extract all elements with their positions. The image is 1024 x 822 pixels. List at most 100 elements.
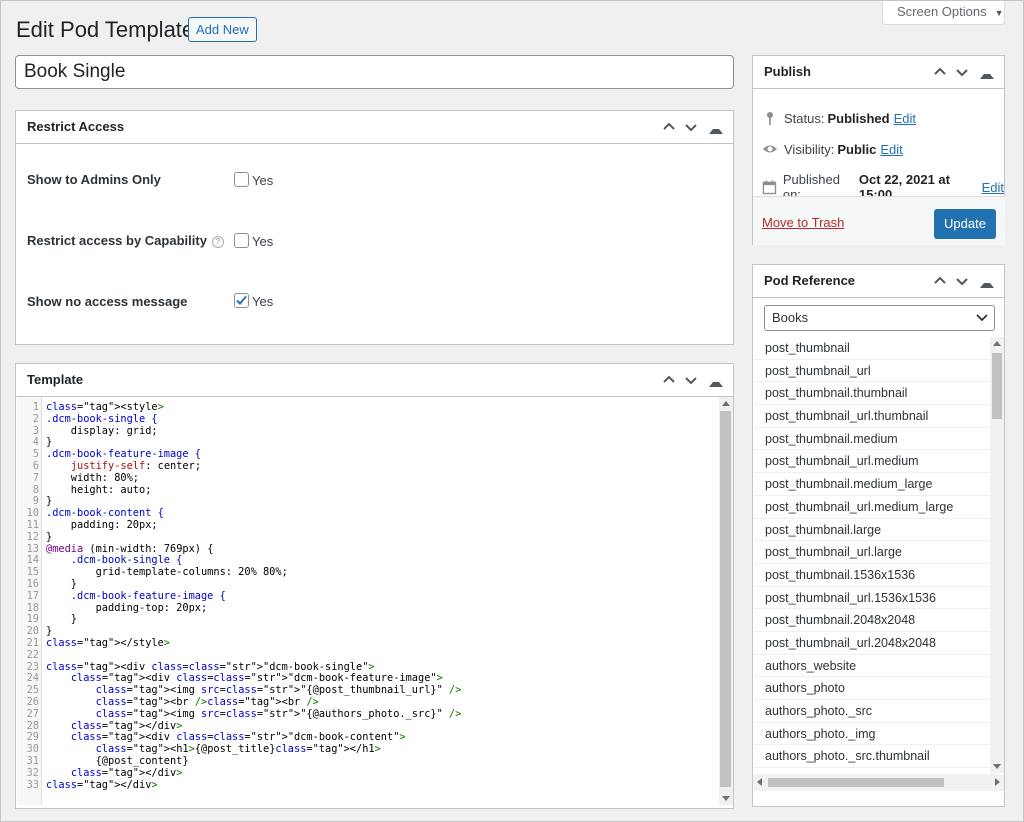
pod-reference-header: Pod Reference	[753, 265, 1004, 298]
move-to-trash-link[interactable]: Move to Trash	[762, 215, 844, 230]
list-item[interactable]: post_thumbnail_url.medium_large	[754, 496, 991, 519]
move-up-icon[interactable]	[933, 65, 947, 79]
list-item[interactable]: post_thumbnail.thumbnail	[754, 382, 991, 406]
list-item[interactable]: authors_photo._src.thumbnail	[754, 745, 991, 769]
code-editor[interactable]: 1 class="tag"><style> 2 .dcm-book-single {3…	[17, 397, 733, 805]
status-edit-link[interactable]: Edit	[894, 111, 916, 126]
reference-horizontal-scrollbar[interactable]	[754, 774, 1004, 791]
scroll-down-arrow-icon[interactable]	[993, 764, 1001, 769]
list-item[interactable]: post_thumbnail.medium_large	[754, 473, 991, 496]
list-item[interactable]: post_thumbnail_url	[754, 360, 991, 383]
pod-select[interactable]: Books	[764, 305, 995, 331]
checkmark-icon	[236, 295, 247, 305]
pod-select-value: Books	[772, 310, 809, 325]
list-item[interactable]: authors_photo._img	[754, 723, 991, 746]
collapse-toggle-icon[interactable]	[980, 274, 994, 288]
reference-vertical-scrollbar[interactable]	[990, 337, 1004, 773]
code-text: grid-template-columns: 20% 80%;	[46, 566, 288, 579]
line-number: 33	[26, 778, 39, 791]
editor-scroll-thumb[interactable]	[720, 411, 731, 787]
list-item[interactable]: post_thumbnail_url.1536x1536	[754, 587, 991, 610]
list-item[interactable]: authors_photo	[754, 677, 991, 700]
editor-scrollbar[interactable]	[719, 397, 733, 805]
list-item[interactable]: authors_website	[754, 655, 991, 678]
code-text: class="tag"></style>	[46, 637, 170, 649]
collapse-toggle-icon[interactable]	[709, 120, 723, 134]
capability-label-wrap: Restrict access by Capability?	[27, 233, 224, 248]
list-item[interactable]: post_thumbnail_url.large	[754, 541, 991, 564]
visibility-edit-link[interactable]: Edit	[880, 142, 902, 157]
move-up-icon[interactable]	[662, 373, 676, 387]
eye-icon	[763, 145, 777, 153]
no-access-message-option: Yes	[252, 294, 274, 309]
code-text: class="tag"></div>	[46, 778, 158, 791]
calendar-icon	[762, 180, 777, 195]
move-down-icon[interactable]	[684, 373, 698, 387]
help-icon[interactable]: ?	[211, 236, 224, 248]
template-header: Template	[16, 364, 733, 397]
publish-box: Publish Status: Published Edit Visibilit…	[752, 55, 1005, 245]
status-value: Published	[827, 110, 890, 126]
line-number: 27	[26, 707, 39, 720]
scroll-left-arrow-icon[interactable]	[757, 778, 762, 786]
admins-only-checkbox[interactable]	[234, 172, 249, 187]
page-title: Edit Pod Template	[16, 17, 195, 42]
no-access-message-checkbox[interactable]	[234, 293, 249, 308]
list-item[interactable]: post_thumbnail.1536x1536	[754, 564, 991, 587]
code-text: class="tag"><img src=class="str">"{@auth…	[95, 707, 462, 720]
pod-reference-title: Pod Reference	[764, 273, 856, 288]
move-down-icon[interactable]	[955, 65, 969, 79]
move-down-icon[interactable]	[955, 274, 969, 288]
list-item[interactable]: authors_photo._src	[754, 700, 991, 723]
list-item[interactable]: post_thumbnail	[754, 337, 991, 360]
capability-option: Yes	[252, 234, 274, 249]
reference-vertical-thumb[interactable]	[992, 353, 1002, 419]
code-text: .dcm-book-single {	[46, 412, 158, 425]
chevron-down-icon	[976, 314, 988, 322]
code-text: display: grid;	[46, 424, 158, 437]
move-up-icon[interactable]	[933, 274, 947, 288]
capability-label: Restrict access by Capability	[27, 233, 207, 248]
screen-options-button[interactable]: Screen Options ▼	[882, 1, 1005, 25]
no-access-message-label: Show no access message	[27, 294, 188, 309]
line-number: 32	[26, 766, 39, 779]
visibility-row: Visibility: Public Edit	[762, 141, 903, 157]
screen-options-label: Screen Options	[897, 4, 987, 19]
admins-only-label: Show to Admins Only	[27, 172, 161, 187]
post-title-input[interactable]: Book Single	[15, 55, 734, 89]
pin-icon	[767, 112, 773, 125]
collapse-toggle-icon[interactable]	[980, 65, 994, 79]
scroll-right-arrow-icon[interactable]	[995, 778, 1000, 786]
code-text: height: auto;	[46, 483, 152, 496]
list-item[interactable]: post_thumbnail_url.thumbnail	[754, 405, 991, 428]
collapse-toggle-icon[interactable]	[709, 373, 723, 387]
restrict-access-title: Restrict Access	[27, 119, 125, 134]
code-text: padding: 20px;	[46, 519, 158, 531]
list-item[interactable]: post_thumbnail_url.medium	[754, 450, 991, 474]
publish-header: Publish	[753, 56, 1004, 89]
list-item[interactable]: post_thumbnail.medium	[754, 428, 991, 451]
list-item[interactable]: post_thumbnail.2048x2048	[754, 609, 991, 632]
code-text: .dcm-book-feature-image {	[46, 589, 226, 602]
code-text: width: 80%;	[46, 471, 139, 484]
list-item[interactable]: post_thumbnail.large	[754, 519, 991, 542]
move-up-icon[interactable]	[662, 120, 676, 134]
pod-reference-list[interactable]: post_thumbnail post_thumbnail_url post_thu…	[754, 337, 991, 773]
scroll-up-arrow-icon[interactable]	[722, 401, 730, 406]
add-new-button[interactable]: Add New	[188, 17, 257, 42]
status-row: Status: Published Edit	[762, 110, 916, 126]
reference-horizontal-thumb[interactable]	[768, 778, 944, 787]
list-item[interactable]: post_thumbnail_url.2048x2048	[754, 632, 991, 655]
move-down-icon[interactable]	[684, 120, 698, 134]
line-number: 7	[32, 471, 39, 484]
scroll-down-arrow-icon[interactable]	[722, 796, 730, 801]
status-label: Status:	[784, 110, 825, 126]
visibility-value: Public	[837, 141, 877, 157]
capability-checkbox[interactable]	[234, 233, 249, 248]
scroll-up-arrow-icon[interactable]	[993, 341, 1001, 346]
template-title: Template	[27, 372, 84, 387]
line-number: 2	[32, 412, 39, 425]
publish-actions: Move to Trash Update	[753, 196, 1005, 245]
update-button[interactable]: Update	[934, 209, 996, 239]
published-on-edit-link[interactable]: Edit	[982, 180, 1004, 195]
